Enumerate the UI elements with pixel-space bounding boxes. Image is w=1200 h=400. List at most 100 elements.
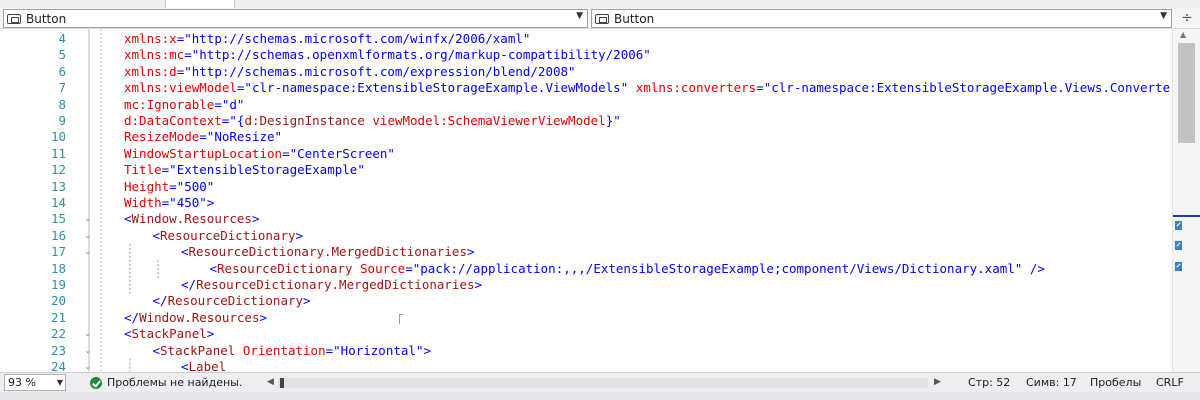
line-number: 19: [50, 277, 66, 292]
change-marker-icon: [1175, 262, 1182, 271]
fold-toggle-icon[interactable]: ⌄: [84, 230, 94, 242]
line-number: 14: [50, 195, 66, 210]
code-text: Height="500": [124, 178, 215, 194]
fold-toggle-icon[interactable]: ⌄: [84, 345, 94, 357]
line-number: 8: [58, 96, 66, 112]
horizontal-scrollbar-thumb[interactable]: [280, 378, 284, 388]
vertical-scrollbar[interactable]: ▲: [1172, 29, 1200, 372]
scroll-up-icon[interactable]: ▲: [1180, 30, 1186, 39]
fold-toggle-icon[interactable]: ⌄: [84, 213, 94, 225]
scroll-left-icon[interactable]: ◀: [267, 377, 274, 387]
code-text: xmlns:x="http://schemas.microsoft.com/wi…: [124, 31, 531, 46]
code-text: ResizeMode="NoResize": [124, 129, 283, 145]
line-number: 4: [58, 31, 66, 46]
code-line[interactable]: 10 ResizeMode="NoResize": [0, 129, 1172, 145]
line-number: 11: [50, 145, 66, 161]
fold-toggle-icon[interactable]: ⌄: [84, 328, 94, 340]
element-type-combo[interactable]: Button ▼: [3, 9, 588, 28]
editor-status-bar: 93 % ▼ Проблемы не найдены. ◀ ▶ Стр: 52 …: [0, 372, 1200, 392]
code-text: <ResourceDictionary Source="pack://appli…: [209, 260, 1045, 276]
code-line[interactable]: 5 xmlns:mc="http://schemas.openxmlformats…: [0, 47, 1172, 63]
code-line[interactable]: 4 xmlns:x="http://schemas.microsoft.com/w…: [0, 31, 1172, 47]
code-text: </ResourceDictionary.MergedDictionaries>: [181, 277, 483, 292]
tab-xaml[interactable]: [165, 0, 235, 8]
change-marker-icon: [1175, 241, 1182, 250]
code-text: Width="450">: [124, 195, 215, 210]
code-text: mc:Ignorable="d": [124, 96, 245, 112]
code-line[interactable]: 15 ⌄ <Window.Resources>: [0, 211, 1172, 227]
member-combo[interactable]: Button ▼: [591, 9, 1172, 28]
scroll-right-icon[interactable]: ▶: [934, 377, 941, 387]
code-line[interactable]: 22 ⌄ <StackPanel>: [0, 326, 1172, 342]
code-text: <ResourceDictionary.MergedDictionaries>: [181, 244, 475, 260]
split-editor-icon[interactable]: ÷: [1178, 10, 1196, 27]
code-text: WindowStartupLocation="CenterScreen": [124, 145, 395, 161]
code-line[interactable]: 9 d:DataContext="{d:DesignInstance viewMo…: [0, 113, 1172, 129]
line-number: 24: [50, 359, 66, 372]
chevron-down-icon: ▼: [576, 11, 583, 21]
column-indicator[interactable]: Симв: 17: [1026, 376, 1077, 389]
member-combo-value: Button: [614, 12, 655, 26]
code-text: xmlns:viewModel="clr-namespace:Extensibl…: [124, 80, 1172, 96]
line-indicator[interactable]: Стр: 52: [968, 376, 1010, 389]
change-marker-icon: [1175, 221, 1182, 230]
scrollbar-thumb[interactable]: [1178, 43, 1195, 143]
code-line[interactable]: 7 xmlns:viewModel="clr-namespace:Extensib…: [0, 80, 1172, 96]
horizontal-scrollbar[interactable]: [278, 378, 928, 388]
line-number: 17: [50, 244, 66, 260]
chevron-down-icon: ▼: [56, 378, 63, 387]
line-number: 10: [50, 129, 66, 145]
code-text: <StackPanel Orientation="Horizontal">: [152, 342, 432, 358]
code-text: <Window.Resources>: [124, 211, 260, 227]
code-line[interactable]: 8 mc:Ignorable="d": [0, 97, 1172, 113]
line-number: 22: [50, 326, 66, 342]
code-text: <ResourceDictionary>: [152, 227, 304, 243]
line-number: 15: [50, 211, 66, 227]
line-number: 5: [58, 47, 66, 63]
navigation-bar: Button ▼ Button ▼ ÷: [0, 8, 1200, 29]
code-line[interactable]: 19 </ResourceDictionary.MergedDictionarie…: [0, 277, 1172, 293]
code-line[interactable]: 12 Title="ExtensibleStorageExample": [0, 162, 1172, 178]
code-text: </Window.Resources>: [124, 309, 268, 325]
code-line[interactable]: 21 </Window.Resources>: [0, 310, 1172, 326]
line-number: 18: [50, 260, 66, 276]
issues-status[interactable]: Проблемы не найдены.: [107, 376, 242, 389]
code-text: xmlns:d="http://schemas.microsoft.com/ex…: [124, 63, 576, 79]
code-line[interactable]: 6 xmlns:d="http://schemas.microsoft.com/e…: [0, 64, 1172, 80]
line-number: 21: [50, 309, 66, 325]
code-line[interactable]: 23 ⌄ <StackPanel Orientation="Horizontal">: [0, 343, 1172, 359]
whitespace-indicator[interactable]: Пробелы: [1090, 376, 1141, 389]
line-number: 6: [58, 63, 66, 79]
code-line[interactable]: 17 ⌄ <ResourceDictionary.MergedDictionarie…: [0, 244, 1172, 260]
code-line[interactable]: 11 WindowStartupLocation="CenterScreen": [0, 146, 1172, 162]
fold-toggle-icon[interactable]: ⌄: [84, 361, 94, 372]
line-number: 20: [50, 293, 66, 309]
fold-toggle-icon[interactable]: ⌄: [84, 246, 94, 258]
document-tab-strip: [0, 0, 1200, 8]
code-text: d:DataContext="{d:DesignInstance viewMod…: [124, 113, 621, 128]
code-line[interactable]: 14 Width="450">: [0, 195, 1172, 211]
line-number: 16: [50, 227, 66, 243]
line-ending-indicator[interactable]: CRLF: [1156, 376, 1184, 389]
code-line[interactable]: 16 ⌄ <ResourceDictionary>: [0, 228, 1172, 244]
code-editor[interactable]: 4 xmlns:x="http://schemas.microsoft.com/w…: [0, 29, 1172, 372]
line-number: 9: [58, 113, 66, 128]
zoom-select[interactable]: 93 % ▼: [4, 374, 66, 391]
button-control-icon: [595, 14, 609, 24]
bottom-strip: [0, 392, 1200, 400]
code-text: xmlns:mc="http://schemas.openxmlformats.…: [124, 47, 651, 63]
check-circle-icon: [90, 377, 102, 389]
code-line[interactable]: 13 Height="500": [0, 179, 1172, 195]
code-line[interactable]: 20 </ResourceDictionary>: [0, 293, 1172, 309]
code-text: <StackPanel>: [124, 326, 215, 342]
line-number: 13: [50, 178, 66, 194]
element-type-combo-value: Button: [26, 12, 67, 26]
button-control-icon: [7, 14, 21, 24]
caret-position-marker: [1173, 215, 1200, 217]
code-line[interactable]: 18 <ResourceDictionary Source="pack://app…: [0, 261, 1172, 277]
code-text: </ResourceDictionary>: [152, 293, 311, 309]
zoom-value: 93 %: [8, 376, 36, 389]
code-line[interactable]: 24 ⌄ <Label: [0, 359, 1172, 372]
code-text: <Label: [181, 359, 227, 372]
line-number: 12: [50, 162, 66, 178]
